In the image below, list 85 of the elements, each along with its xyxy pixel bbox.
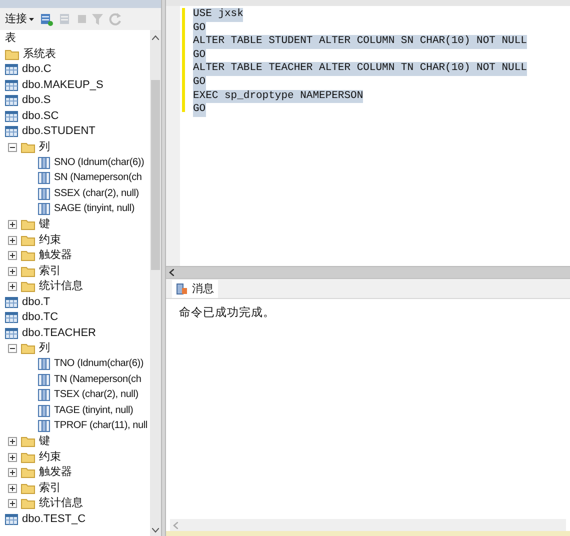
table-icon xyxy=(5,312,18,324)
folder-icon xyxy=(21,142,35,153)
folder-icon xyxy=(21,452,35,463)
folder-icon xyxy=(21,250,35,262)
tree-item[interactable]: 列 xyxy=(39,343,50,354)
tree-item[interactable]: 统计信息 xyxy=(39,281,83,292)
tree-item[interactable]: TN (Nameperson(ch xyxy=(54,374,142,385)
tree-item[interactable]: TSEX (char(2), null) xyxy=(54,390,138,400)
vertical-scrollbar[interactable] xyxy=(150,30,161,536)
expand-icon[interactable] xyxy=(8,468,17,478)
folder-icon xyxy=(21,498,35,510)
horizontal-scrollbar[interactable] xyxy=(166,266,570,278)
folder-icon xyxy=(21,482,35,494)
column-icon xyxy=(38,172,50,184)
caret-icon xyxy=(29,18,34,20)
tree-item[interactable]: SAGE (tinyint, null) xyxy=(54,204,134,214)
table-icon xyxy=(5,95,18,106)
tree-item[interactable]: 触发器 xyxy=(39,250,72,262)
results-tab[interactable]: 消息 xyxy=(172,280,218,298)
tree-item[interactable]: 键 xyxy=(39,436,50,448)
expand-icon[interactable] xyxy=(8,266,17,276)
collapse-icon[interactable] xyxy=(8,142,17,152)
tree-item[interactable]: 统计信息 xyxy=(39,498,83,510)
expand-icon[interactable] xyxy=(8,437,17,446)
tree-item[interactable]: TNO (Idnum(char(6)) xyxy=(54,359,144,370)
column-icon xyxy=(38,404,50,417)
column-icon xyxy=(38,188,50,200)
folder-icon xyxy=(21,234,35,246)
tree-item[interactable]: dbo.MAKEUP_S xyxy=(22,80,104,91)
table-icon xyxy=(5,514,18,525)
tree-header: 表 xyxy=(5,33,16,44)
tree-item[interactable]: dbo.S xyxy=(22,95,51,106)
folder-icon xyxy=(5,48,19,60)
table-icon xyxy=(5,64,18,76)
column-icon xyxy=(38,358,50,370)
table-icon xyxy=(5,126,18,138)
folder-icon xyxy=(21,266,35,277)
folder-icon xyxy=(21,281,35,292)
expand-icon[interactable] xyxy=(8,220,17,230)
expand-icon[interactable] xyxy=(8,452,17,462)
expand-icon[interactable] xyxy=(8,499,17,508)
table-icon xyxy=(5,110,18,122)
tree-item[interactable]: dbo.T xyxy=(22,296,50,308)
horizontal-scrollbar[interactable] xyxy=(170,519,566,531)
collapse-icon[interactable] xyxy=(8,344,17,354)
tree-item[interactable]: dbo.TEST_C xyxy=(22,514,86,525)
tree-item[interactable]: 索引 xyxy=(39,482,61,494)
column-icon xyxy=(38,420,50,432)
tree-item[interactable]: dbo.SC xyxy=(22,110,59,122)
tree-item[interactable]: SSEX (char(2), null) xyxy=(54,188,139,199)
table-icon xyxy=(5,80,18,91)
tree-item[interactable]: 约束 xyxy=(39,234,61,246)
tree-item[interactable]: SN (Nameperson(ch xyxy=(54,173,142,184)
column-icon xyxy=(38,374,50,386)
tree-item[interactable]: 键 xyxy=(39,219,50,230)
scrollbar-thumb[interactable] xyxy=(151,80,160,270)
expand-icon[interactable] xyxy=(8,484,17,493)
tree-item[interactable]: 列 xyxy=(39,142,50,153)
tree-item[interactable]: dbo.STUDENT xyxy=(22,126,96,138)
tree-item[interactable]: dbo.TEACHER xyxy=(22,328,96,339)
folder-icon xyxy=(21,467,35,478)
tree-item[interactable]: TPROF (char(11), null xyxy=(54,421,148,432)
folder-icon xyxy=(21,436,35,448)
connect-button[interactable]: 连接 xyxy=(5,10,34,28)
tree-item[interactable]: 索引 xyxy=(39,266,61,277)
tree-item[interactable]: 约束 xyxy=(39,452,61,463)
column-icon xyxy=(38,156,50,169)
tree-item[interactable]: 触发器 xyxy=(39,467,72,478)
expand-icon[interactable] xyxy=(8,236,17,245)
expand-icon[interactable] xyxy=(8,282,17,292)
folder-icon xyxy=(21,343,35,354)
column-icon xyxy=(38,203,50,216)
expand-icon[interactable] xyxy=(8,251,17,260)
column-icon xyxy=(38,389,50,402)
table-icon xyxy=(5,328,18,339)
tree-item[interactable]: 系统表 xyxy=(23,48,56,60)
table-icon xyxy=(5,296,18,308)
message-icon xyxy=(176,283,188,295)
folder-icon xyxy=(21,219,35,230)
tree-item[interactable]: dbo.C xyxy=(22,64,52,76)
result-message: 命令已成功完成。 xyxy=(179,307,275,319)
tree-item[interactable]: dbo.TC xyxy=(22,312,58,324)
server-icon[interactable] xyxy=(40,12,53,26)
tree-item[interactable]: TAGE (tinyint, null) xyxy=(54,406,134,416)
tree-item[interactable]: SNO (Idnum(char(6)) xyxy=(54,158,144,168)
